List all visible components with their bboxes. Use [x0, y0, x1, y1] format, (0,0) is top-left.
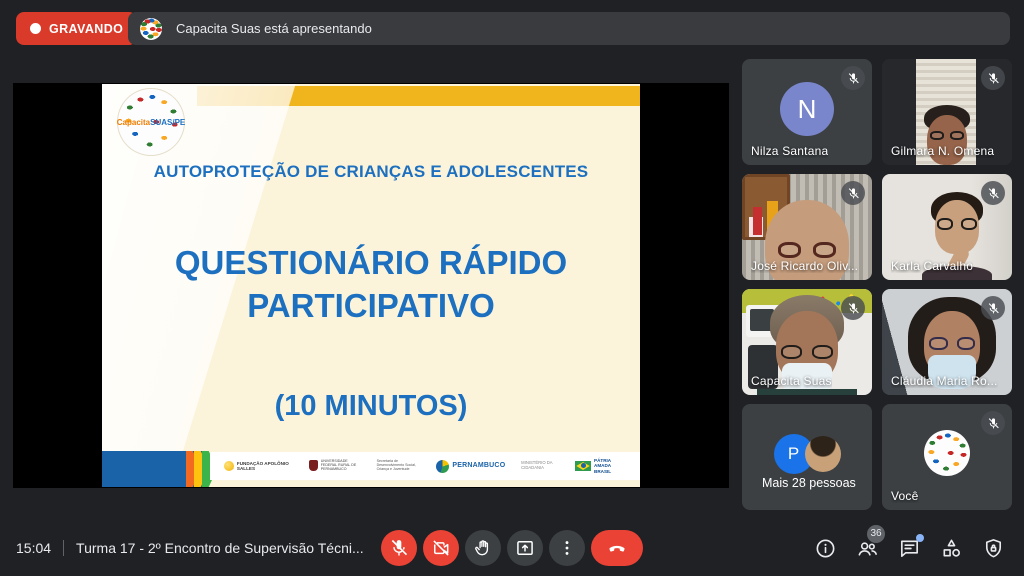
participant-tile-claudia-maria[interactable]: Cláudia Maria Ro... — [882, 289, 1012, 395]
footer-blue-band — [102, 451, 202, 487]
logo-text-capacita: Capacita — [117, 118, 150, 127]
end-call-button[interactable] — [591, 530, 643, 566]
chat-unread-dot — [916, 534, 924, 542]
participants-button[interactable]: 36 — [854, 535, 880, 561]
overflow-tile-mais-pessoas[interactable]: P Mais 28 pessoas — [742, 404, 872, 510]
participant-count-badge: 36 — [867, 525, 885, 543]
slide-heading-line1: QUESTIONÁRIO RÁPIDO — [102, 242, 640, 285]
shared-screen-tile[interactable]: CapacitaSUAS/PE AUTOPROTEÇÃO DE CRIANÇAS… — [13, 83, 729, 488]
participant-tile-capacita-suas[interactable]: Capacita Suas — [742, 289, 872, 395]
ministerio-label: MINISTÉRIO DA CIDADANIA — [521, 461, 559, 470]
mic-muted-icon — [841, 66, 865, 90]
slide-footer: FUNDAÇÃO APOLÔNIO SALLES UNIVERSIDADE FE… — [102, 451, 640, 487]
participant-tile-gilmara[interactable]: Gilmara N. Omena — [882, 59, 1012, 165]
meeting-info: 15:04 Turma 17 - 2º Encontro de Supervis… — [16, 520, 364, 576]
participant-tile-jose-ricardo[interactable]: José Ricardo Oliv... — [742, 174, 872, 280]
fadurpe-ball-icon — [224, 461, 234, 471]
overflow-count-label: Mais 28 pessoas — [762, 476, 856, 490]
clock: 15:04 — [16, 540, 51, 556]
ufrpe-crest-icon — [309, 460, 318, 471]
presentation-slide: CapacitaSUAS/PE AUTOPROTEÇÃO DE CRIANÇAS… — [102, 84, 640, 487]
mic-muted-icon — [841, 296, 865, 320]
mic-muted-icon — [981, 411, 1005, 435]
mic-muted-icon — [981, 296, 1005, 320]
logo-text-suaspe: SUAS/PE — [150, 118, 185, 127]
logo-ufrpe: UNIVERSIDADE FEDERAL RURAL DE PERNAMBUCO — [309, 460, 361, 472]
participant-name: Capacita Suas — [751, 374, 832, 388]
activities-button[interactable] — [938, 535, 964, 561]
mic-muted-icon — [981, 66, 1005, 90]
call-controls — [381, 530, 643, 566]
person-glasses — [930, 131, 964, 140]
stacked-avatars: P — [742, 434, 872, 474]
logo-brasil: PÁTRIA AMADA BRASIL — [575, 458, 626, 473]
mic-muted-icon — [841, 181, 865, 205]
raise-hand-button[interactable] — [465, 530, 501, 566]
host-controls-button[interactable] — [980, 535, 1006, 561]
meeting-panels-buttons: 36 — [812, 535, 1006, 561]
divider — [63, 540, 64, 556]
secretaria-label: Secretaria de Desenvolvimento Social, Cr… — [377, 460, 421, 472]
more-options-button[interactable] — [549, 530, 585, 566]
avatar-photo — [805, 436, 841, 472]
slide-heading-line2: PARTICIPATIVO — [102, 285, 640, 328]
person-glasses — [929, 337, 975, 350]
ufrpe-label: UNIVERSIDADE FEDERAL RURAL DE PERNAMBUCO — [321, 460, 361, 472]
logo-ministerio: MINISTÉRIO DA CIDADANIA — [521, 461, 559, 470]
capacitasuas-logo: CapacitaSUAS/PE — [118, 89, 184, 155]
footer-logos-strip: FUNDAÇÃO APOLÔNIO SALLES UNIVERSIDADE FE… — [210, 452, 640, 480]
participant-tile-nilza-santana[interactable]: N Nilza Santana — [742, 59, 872, 165]
slide-heading: QUESTIONÁRIO RÁPIDO PARTICIPATIVO — [102, 242, 640, 328]
slide-duration: (10 MINUTOS) — [102, 390, 640, 423]
logo-pernambuco: PERNAMBUCO — [436, 460, 505, 473]
person-glasses — [778, 242, 836, 258]
fadurpe-label: FUNDAÇÃO APOLÔNIO SALLES — [237, 461, 293, 471]
pernambuco-label: PERNAMBUCO — [452, 462, 505, 470]
bottom-bar: 15:04 Turma 17 - 2º Encontro de Supervis… — [0, 520, 1024, 576]
meeting-title: Turma 17 - 2º Encontro de Supervisão Téc… — [76, 540, 364, 556]
person-glasses — [937, 218, 977, 230]
brasil-label: PÁTRIA AMADA BRASIL — [594, 458, 626, 473]
participant-name: Você — [891, 489, 919, 503]
participant-tile-voce[interactable]: Você — [882, 404, 1012, 510]
logo-fadurpe: FUNDAÇÃO APOLÔNIO SALLES — [224, 461, 293, 471]
participant-name: Cláudia Maria Ro... — [891, 374, 998, 388]
participant-name: Karla Carvalho — [891, 259, 973, 273]
presenter-avatar — [140, 18, 162, 40]
meet-window: GRAVANDO Capacita Suas está apresentando… — [0, 0, 1024, 576]
participant-name: José Ricardo Oliv... — [751, 259, 858, 273]
presenting-text: Capacita Suas está apresentando — [176, 21, 372, 36]
person-glasses — [781, 345, 833, 359]
meeting-details-button[interactable] — [812, 535, 838, 561]
participants-panel: N Nilza Santana Gilmara N. Omena — [742, 59, 1012, 510]
participant-name: Nilza Santana — [751, 144, 828, 158]
brasil-flag-icon — [575, 461, 591, 471]
person-shoulders — [757, 389, 857, 395]
recording-dot-icon — [30, 23, 41, 34]
self-logo-avatar — [924, 430, 970, 476]
recording-label: GRAVANDO — [49, 22, 123, 36]
camera-off-button[interactable] — [423, 530, 459, 566]
slide-title: AUTOPROTEÇÃO DE CRIANÇAS E ADOLESCENTES — [102, 162, 640, 182]
participant-tile-karla-carvalho[interactable]: Karla Carvalho — [882, 174, 1012, 280]
logo-secretaria: Secretaria de Desenvolvimento Social, Cr… — [377, 460, 421, 472]
participant-name: Gilmara N. Omena — [891, 144, 994, 158]
recording-badge: GRAVANDO — [16, 12, 137, 45]
present-screen-button[interactable] — [507, 530, 543, 566]
mic-muted-icon — [981, 181, 1005, 205]
presenting-banner: Capacita Suas está apresentando — [128, 12, 1010, 45]
avatar-initial: N — [780, 82, 834, 136]
chat-button[interactable] — [896, 535, 922, 561]
pernambuco-crest-icon — [436, 460, 449, 473]
mic-off-button[interactable] — [381, 530, 417, 566]
